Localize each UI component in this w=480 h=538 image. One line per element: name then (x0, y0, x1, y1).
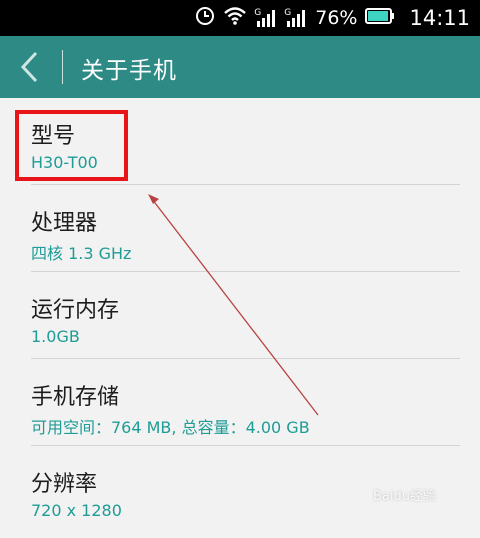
item-value: 四核 1.3 GHz (31, 244, 132, 263)
item-value: 720 x 1280 (31, 501, 122, 520)
highlight-box (15, 110, 128, 181)
item-value: 1.0GB (31, 327, 80, 346)
signal-type-label: G (254, 8, 262, 18)
wifi-icon (223, 6, 247, 30)
item-label: 处理器 (31, 211, 98, 236)
status-icons: G G 76% 14:11 (195, 0, 470, 36)
list-item-storage[interactable]: 手机存储 可用空间：764 MB, 总容量：4.00 GB (0, 359, 480, 446)
app-bar: 关于手机 (0, 36, 480, 98)
watermark: Baidu经验 (373, 489, 436, 504)
signal-strength-1: G (254, 8, 277, 27)
signal-type-label: G (284, 8, 292, 18)
signal-strength-2: G (284, 8, 307, 27)
clock: 14:11 (409, 6, 470, 30)
back-button[interactable] (18, 50, 44, 84)
item-label: 手机存储 (31, 385, 120, 410)
chevron-left-icon (20, 51, 38, 83)
battery-percent: 76% (315, 7, 358, 29)
list-item-ram[interactable]: 运行内存 1.0GB (0, 272, 480, 359)
status-bar: G G 76% 14:11 (0, 0, 480, 36)
item-value: 可用空间：764 MB, 总容量：4.00 GB (31, 418, 310, 437)
alarm-icon (195, 6, 215, 30)
item-label: 运行内存 (31, 298, 120, 323)
item-label: 分辨率 (31, 472, 98, 497)
battery-icon (365, 7, 395, 29)
app-bar-divider (62, 50, 63, 84)
list-item-processor[interactable]: 处理器 四核 1.3 GHz (0, 185, 480, 272)
page-title: 关于手机 (81, 58, 177, 84)
